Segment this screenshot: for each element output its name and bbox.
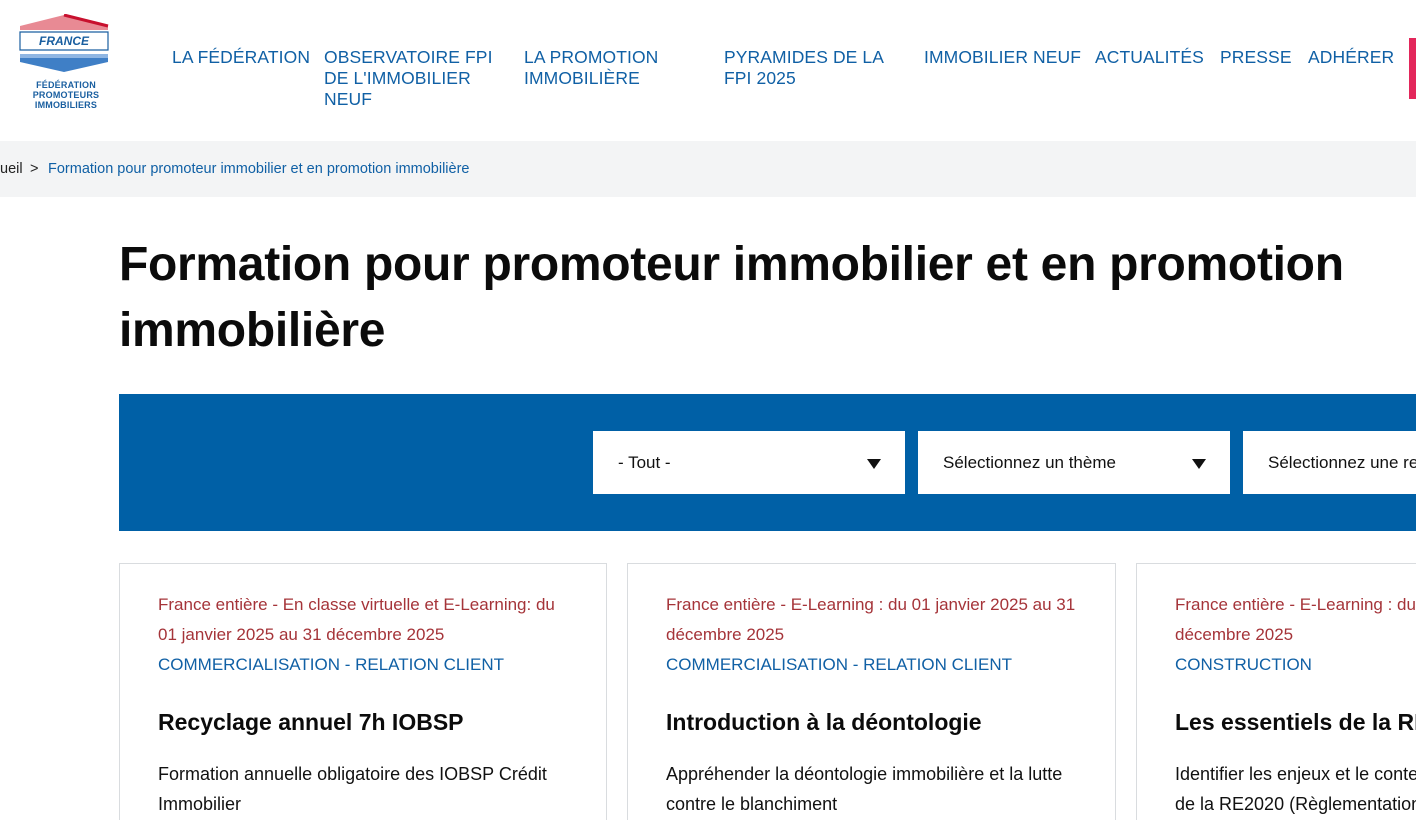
- breadcrumb: ueil > Formation pour promoteur immobili…: [0, 141, 1416, 197]
- card-title[interactable]: Les essentiels de la RE2020: [1175, 707, 1416, 737]
- card-description: Formation annuelle obligatoire des IOBSP…: [158, 764, 547, 814]
- card-description: Identifier les enjeux et le contexte de …: [1175, 764, 1416, 814]
- nav-la-promotion[interactable]: LA PROMOTION IMMOBILIÈRE: [524, 47, 694, 89]
- card-meta: France entière - E-Learning : du 01 janv…: [1175, 595, 1416, 644]
- breadcrumb-home[interactable]: ueil: [0, 161, 23, 177]
- breadcrumb-separator: >: [30, 161, 39, 177]
- site-header: FRANCE FÉDÉRATION PROMOTEURS IMMOBILIERS…: [0, 0, 1416, 141]
- chevron-down-icon: [1192, 459, 1206, 469]
- card-theme[interactable]: COMMERCIALISATION - RELATION CLIENT: [666, 654, 1012, 676]
- nav-pyramides[interactable]: PYRAMIDES DE LA FPI 2025: [724, 47, 896, 89]
- card-theme[interactable]: CONSTRUCTION: [1175, 654, 1312, 676]
- nav-actualites[interactable]: ACTUALITÉS: [1095, 47, 1204, 68]
- card-title[interactable]: Introduction à la déontologie: [666, 707, 982, 737]
- location-select[interactable]: - Tout -: [593, 431, 905, 494]
- region-select[interactable]: Sélectionnez une re: [1243, 431, 1416, 494]
- location-select-value: - Tout -: [618, 453, 671, 472]
- header-cta-edge[interactable]: [1409, 38, 1416, 99]
- page-title: Formation pour promoteur immobilier et e…: [119, 238, 1344, 357]
- training-card[interactable]: France entière - E-Learning : du 01 janv…: [627, 563, 1116, 820]
- card-theme[interactable]: COMMERCIALISATION - RELATION CLIENT: [158, 654, 504, 676]
- card-meta: France entière - En classe virtuelle et …: [158, 595, 555, 644]
- card-description: Appréhender la déontologie immobilière e…: [666, 764, 1063, 814]
- chevron-down-icon: [867, 459, 881, 469]
- nav-observatoire[interactable]: OBSERVATOIRE FPI DE L'IMMOBILIER NEUF: [324, 47, 496, 110]
- nav-la-federation[interactable]: LA FÉDÉRATION: [172, 47, 312, 68]
- region-select-value: Sélectionnez une re: [1268, 453, 1416, 472]
- card-meta: France entière - E-Learning : du 01 janv…: [666, 595, 1076, 644]
- logo-line-2: PROMOTEURS: [32, 90, 100, 100]
- theme-select-value: Sélectionnez un thème: [943, 453, 1116, 472]
- logo-line-3: IMMOBILIERS: [34, 100, 98, 110]
- filter-bar: - Tout - Sélectionnez un thème Sélection…: [119, 394, 1416, 531]
- nav-immobilier-neuf[interactable]: IMMOBILIER NEUF: [924, 47, 1084, 68]
- fpi-logo[interactable]: FRANCE FÉDÉRATION PROMOTEURS IMMOBILIERS: [16, 14, 112, 114]
- nav-adherer[interactable]: ADHÉRER: [1308, 47, 1394, 68]
- nav-presse[interactable]: PRESSE: [1220, 47, 1292, 68]
- breadcrumb-current: Formation pour promoteur immobilier et e…: [48, 161, 470, 177]
- logo-country: FRANCE: [39, 34, 89, 48]
- logo-line-1: FÉDÉRATION: [36, 80, 96, 90]
- training-card[interactable]: France entière - E-Learning : du 01 janv…: [1136, 563, 1416, 820]
- theme-select[interactable]: Sélectionnez un thème: [918, 431, 1230, 494]
- training-card[interactable]: France entière - En classe virtuelle et …: [119, 563, 607, 820]
- card-title[interactable]: Recyclage annuel 7h IOBSP: [158, 707, 464, 737]
